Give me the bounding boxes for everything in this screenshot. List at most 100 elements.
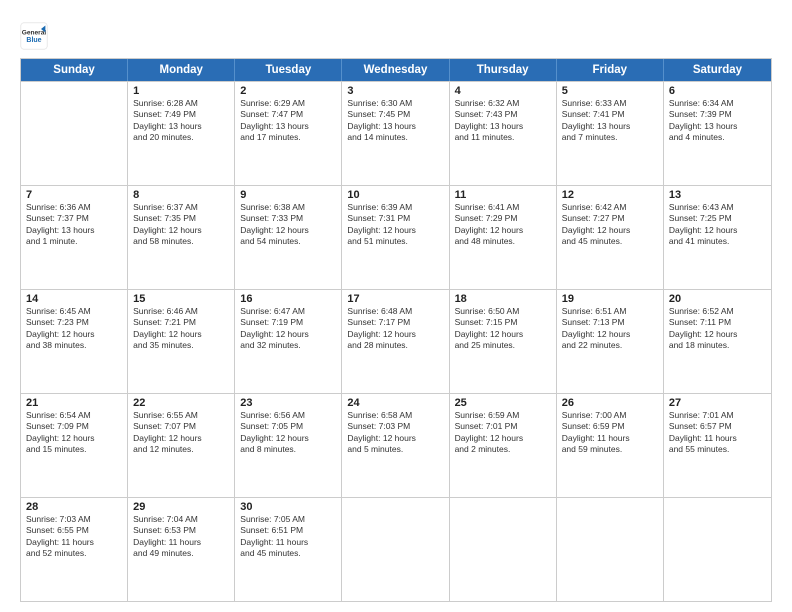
calendar-header: SundayMondayTuesdayWednesdayThursdayFrid… (21, 59, 771, 81)
day-cell-10: 10Sunrise: 6:39 AMSunset: 7:31 PMDayligh… (342, 186, 449, 289)
day-number: 28 (26, 501, 122, 513)
day-number: 3 (347, 85, 443, 97)
day-number: 23 (240, 397, 336, 409)
day-number: 16 (240, 293, 336, 305)
day-text: Sunrise: 6:52 AMSunset: 7:11 PMDaylight:… (669, 306, 766, 352)
header-day-monday: Monday (128, 59, 235, 81)
day-number: 30 (240, 501, 336, 513)
day-text: Sunrise: 6:56 AMSunset: 7:05 PMDaylight:… (240, 410, 336, 456)
day-text: Sunrise: 6:50 AMSunset: 7:15 PMDaylight:… (455, 306, 551, 352)
day-number: 20 (669, 293, 766, 305)
empty-cell (557, 498, 664, 601)
day-text: Sunrise: 6:29 AMSunset: 7:47 PMDaylight:… (240, 98, 336, 144)
day-number: 19 (562, 293, 658, 305)
header-day-saturday: Saturday (664, 59, 771, 81)
day-cell-17: 17Sunrise: 6:48 AMSunset: 7:17 PMDayligh… (342, 290, 449, 393)
day-number: 14 (26, 293, 122, 305)
week-row-1: 7Sunrise: 6:36 AMSunset: 7:37 PMDaylight… (21, 185, 771, 289)
day-number: 27 (669, 397, 766, 409)
day-text: Sunrise: 6:39 AMSunset: 7:31 PMDaylight:… (347, 202, 443, 248)
day-text: Sunrise: 7:01 AMSunset: 6:57 PMDaylight:… (669, 410, 766, 456)
day-cell-21: 21Sunrise: 6:54 AMSunset: 7:09 PMDayligh… (21, 394, 128, 497)
day-cell-7: 7Sunrise: 6:36 AMSunset: 7:37 PMDaylight… (21, 186, 128, 289)
day-cell-20: 20Sunrise: 6:52 AMSunset: 7:11 PMDayligh… (664, 290, 771, 393)
day-cell-8: 8Sunrise: 6:37 AMSunset: 7:35 PMDaylight… (128, 186, 235, 289)
day-cell-11: 11Sunrise: 6:41 AMSunset: 7:29 PMDayligh… (450, 186, 557, 289)
day-cell-9: 9Sunrise: 6:38 AMSunset: 7:33 PMDaylight… (235, 186, 342, 289)
day-number: 9 (240, 189, 336, 201)
week-row-4: 28Sunrise: 7:03 AMSunset: 6:55 PMDayligh… (21, 497, 771, 601)
day-text: Sunrise: 6:51 AMSunset: 7:13 PMDaylight:… (562, 306, 658, 352)
day-text: Sunrise: 6:55 AMSunset: 7:07 PMDaylight:… (133, 410, 229, 456)
day-text: Sunrise: 6:43 AMSunset: 7:25 PMDaylight:… (669, 202, 766, 248)
day-cell-14: 14Sunrise: 6:45 AMSunset: 7:23 PMDayligh… (21, 290, 128, 393)
day-number: 24 (347, 397, 443, 409)
day-cell-13: 13Sunrise: 6:43 AMSunset: 7:25 PMDayligh… (664, 186, 771, 289)
day-text: Sunrise: 7:05 AMSunset: 6:51 PMDaylight:… (240, 514, 336, 560)
header-day-wednesday: Wednesday (342, 59, 449, 81)
day-text: Sunrise: 7:04 AMSunset: 6:53 PMDaylight:… (133, 514, 229, 560)
day-text: Sunrise: 6:30 AMSunset: 7:45 PMDaylight:… (347, 98, 443, 144)
day-cell-1: 1Sunrise: 6:28 AMSunset: 7:49 PMDaylight… (128, 82, 235, 185)
day-number: 26 (562, 397, 658, 409)
day-number: 18 (455, 293, 551, 305)
empty-cell (450, 498, 557, 601)
logo: General Blue (20, 22, 52, 50)
day-cell-27: 27Sunrise: 7:01 AMSunset: 6:57 PMDayligh… (664, 394, 771, 497)
day-text: Sunrise: 6:33 AMSunset: 7:41 PMDaylight:… (562, 98, 658, 144)
day-text: Sunrise: 6:36 AMSunset: 7:37 PMDaylight:… (26, 202, 122, 248)
day-cell-28: 28Sunrise: 7:03 AMSunset: 6:55 PMDayligh… (21, 498, 128, 601)
day-number: 11 (455, 189, 551, 201)
logo-icon: General Blue (20, 22, 48, 50)
day-text: Sunrise: 6:34 AMSunset: 7:39 PMDaylight:… (669, 98, 766, 144)
day-cell-2: 2Sunrise: 6:29 AMSunset: 7:47 PMDaylight… (235, 82, 342, 185)
day-cell-15: 15Sunrise: 6:46 AMSunset: 7:21 PMDayligh… (128, 290, 235, 393)
day-cell-3: 3Sunrise: 6:30 AMSunset: 7:45 PMDaylight… (342, 82, 449, 185)
day-cell-12: 12Sunrise: 6:42 AMSunset: 7:27 PMDayligh… (557, 186, 664, 289)
day-text: Sunrise: 6:45 AMSunset: 7:23 PMDaylight:… (26, 306, 122, 352)
week-row-3: 21Sunrise: 6:54 AMSunset: 7:09 PMDayligh… (21, 393, 771, 497)
day-text: Sunrise: 7:03 AMSunset: 6:55 PMDaylight:… (26, 514, 122, 560)
header: General Blue (20, 18, 772, 50)
week-row-2: 14Sunrise: 6:45 AMSunset: 7:23 PMDayligh… (21, 289, 771, 393)
day-text: Sunrise: 6:47 AMSunset: 7:19 PMDaylight:… (240, 306, 336, 352)
day-text: Sunrise: 6:54 AMSunset: 7:09 PMDaylight:… (26, 410, 122, 456)
day-number: 5 (562, 85, 658, 97)
day-cell-24: 24Sunrise: 6:58 AMSunset: 7:03 PMDayligh… (342, 394, 449, 497)
day-number: 25 (455, 397, 551, 409)
day-cell-19: 19Sunrise: 6:51 AMSunset: 7:13 PMDayligh… (557, 290, 664, 393)
day-cell-29: 29Sunrise: 7:04 AMSunset: 6:53 PMDayligh… (128, 498, 235, 601)
day-cell-22: 22Sunrise: 6:55 AMSunset: 7:07 PMDayligh… (128, 394, 235, 497)
empty-cell (21, 82, 128, 185)
calendar: SundayMondayTuesdayWednesdayThursdayFrid… (20, 58, 772, 602)
header-day-tuesday: Tuesday (235, 59, 342, 81)
header-day-thursday: Thursday (450, 59, 557, 81)
day-number: 8 (133, 189, 229, 201)
day-number: 17 (347, 293, 443, 305)
day-text: Sunrise: 6:42 AMSunset: 7:27 PMDaylight:… (562, 202, 658, 248)
calendar-body: 1Sunrise: 6:28 AMSunset: 7:49 PMDaylight… (21, 81, 771, 601)
day-text: Sunrise: 6:32 AMSunset: 7:43 PMDaylight:… (455, 98, 551, 144)
day-text: Sunrise: 6:48 AMSunset: 7:17 PMDaylight:… (347, 306, 443, 352)
header-day-friday: Friday (557, 59, 664, 81)
day-cell-6: 6Sunrise: 6:34 AMSunset: 7:39 PMDaylight… (664, 82, 771, 185)
day-text: Sunrise: 7:00 AMSunset: 6:59 PMDaylight:… (562, 410, 658, 456)
day-text: Sunrise: 6:58 AMSunset: 7:03 PMDaylight:… (347, 410, 443, 456)
day-cell-18: 18Sunrise: 6:50 AMSunset: 7:15 PMDayligh… (450, 290, 557, 393)
day-cell-26: 26Sunrise: 7:00 AMSunset: 6:59 PMDayligh… (557, 394, 664, 497)
day-cell-30: 30Sunrise: 7:05 AMSunset: 6:51 PMDayligh… (235, 498, 342, 601)
day-cell-16: 16Sunrise: 6:47 AMSunset: 7:19 PMDayligh… (235, 290, 342, 393)
day-text: Sunrise: 6:38 AMSunset: 7:33 PMDaylight:… (240, 202, 336, 248)
day-number: 2 (240, 85, 336, 97)
empty-cell (342, 498, 449, 601)
day-number: 29 (133, 501, 229, 513)
day-number: 10 (347, 189, 443, 201)
day-cell-5: 5Sunrise: 6:33 AMSunset: 7:41 PMDaylight… (557, 82, 664, 185)
day-text: Sunrise: 6:41 AMSunset: 7:29 PMDaylight:… (455, 202, 551, 248)
day-number: 15 (133, 293, 229, 305)
day-text: Sunrise: 6:59 AMSunset: 7:01 PMDaylight:… (455, 410, 551, 456)
day-text: Sunrise: 6:28 AMSunset: 7:49 PMDaylight:… (133, 98, 229, 144)
empty-cell (664, 498, 771, 601)
day-number: 4 (455, 85, 551, 97)
day-number: 1 (133, 85, 229, 97)
